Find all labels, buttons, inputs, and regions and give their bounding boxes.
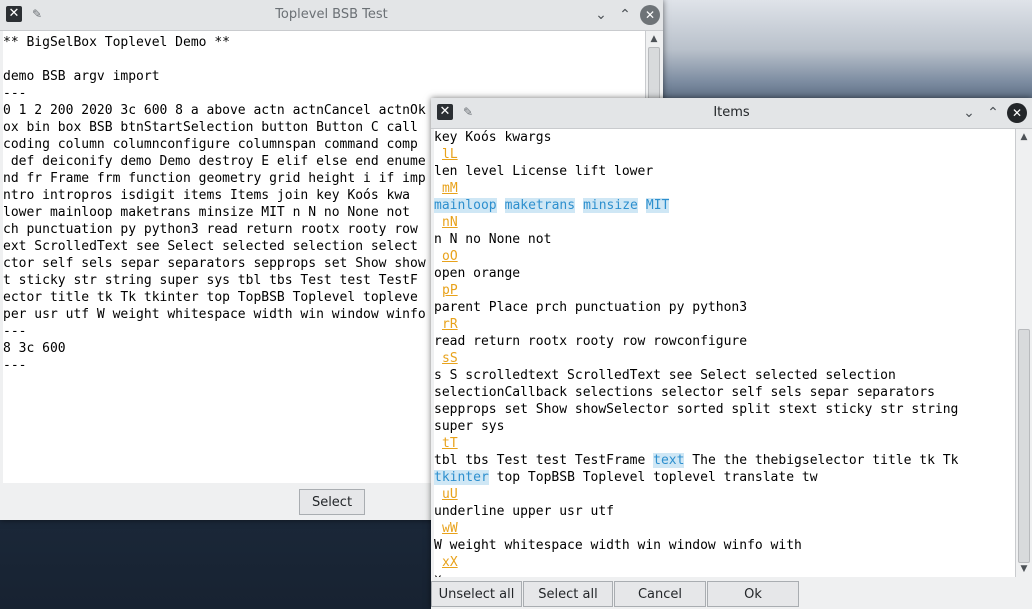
letter-tag[interactable]: oO — [442, 249, 458, 264]
text-line: 0 1 2 200 2020 3c 600 8 a above actn act… — [3, 103, 426, 118]
word-row: W weight whitespace width win window win… — [434, 538, 802, 553]
chevron-down-icon[interactable]: ⌄ — [959, 103, 979, 123]
letter-tag[interactable]: uU — [442, 487, 458, 502]
word-row: x — [434, 571, 442, 577]
word-row: super sys — [434, 419, 505, 434]
window-title: Toplevel BSB Test — [275, 7, 388, 22]
word-text: top TopBSB Toplevel toplevel translate t… — [488, 470, 818, 485]
letter-group-header: oO — [434, 248, 458, 265]
word-row: sepprops set Show showSelector sorted sp… — [434, 402, 959, 417]
letter-group-header: rR — [434, 316, 458, 333]
select-all-button[interactable]: Select all — [523, 581, 613, 607]
letter-group-header: mM — [434, 180, 458, 197]
selected-word[interactable]: MIT — [645, 198, 670, 213]
close-icon[interactable]: ✕ — [640, 5, 660, 25]
word-row: len level License lift lower — [434, 164, 654, 179]
items-scrollbar[interactable]: ▲ ▼ — [1015, 129, 1032, 577]
chevron-up-icon[interactable]: ⌃ — [983, 103, 1003, 123]
letter-group-header: lL — [434, 146, 458, 163]
word-row: key Koós kwargs — [434, 130, 552, 145]
selected-word[interactable]: text — [653, 453, 685, 468]
letter-group-header: nN — [434, 214, 458, 231]
word-row: tbl tbs Test test TestFrame text The the… — [434, 452, 958, 469]
main-window-titlebar[interactable]: ✕ ✎ Toplevel BSB Test ⌄ ⌃ ✕ — [0, 0, 663, 31]
text-line: ntro intropros isdigit items Items join … — [3, 188, 410, 203]
word-row: open orange — [434, 266, 521, 281]
text-line: --- — [3, 86, 27, 101]
chevron-down-icon[interactable]: ⌄ — [591, 5, 611, 25]
text-line: coding column columnconfigure columnspan… — [3, 137, 418, 152]
word-row: mainloop maketrans minsize MIT — [434, 197, 677, 214]
selected-word[interactable]: tkinter — [434, 470, 489, 485]
letter-tag[interactable]: xX — [442, 555, 458, 570]
text-line: ox bin box BSB btnStartSelection button … — [3, 120, 418, 135]
text-line: t sticky str string super sys tbl tbs Te… — [3, 273, 418, 288]
scroll-thumb[interactable] — [1018, 329, 1030, 563]
word-row: selectionCallback selections selector se… — [434, 385, 935, 400]
unselect-all-button[interactable]: Unselect all — [431, 581, 522, 607]
scroll-up-icon[interactable]: ▲ — [1018, 131, 1030, 143]
items-list-area[interactable]: key Koós kwargs lL len level License lift … — [434, 129, 1015, 577]
text-line: 8 3c 600 — [3, 341, 66, 356]
letter-tag[interactable]: lL — [442, 147, 458, 162]
letter-tag[interactable]: sS — [442, 351, 458, 366]
word-text: The the thebigselector title tk Tk — [684, 453, 959, 468]
word-row: read return rootx rooty row rowconfigure — [434, 334, 748, 349]
word-row: underline upper usr utf — [434, 504, 615, 519]
letter-group-header: pP — [434, 282, 458, 299]
scroll-up-icon[interactable]: ▲ — [648, 33, 660, 45]
text-line: def deiconify demo Demo destroy E elif e… — [3, 154, 426, 169]
text-line: ctor self sels separ separators sepprops… — [3, 256, 426, 271]
text-line: nd fr Frame frm function geometry grid h… — [3, 171, 426, 186]
scroll-down-icon[interactable]: ▼ — [1018, 563, 1030, 575]
word-row: n N no None not — [434, 232, 552, 247]
word-row: parent Place prch punctuation py python3 — [434, 300, 748, 315]
text-line: --- — [3, 324, 27, 339]
letter-group-header: wW — [434, 520, 458, 537]
selected-word[interactable]: maketrans — [504, 198, 576, 213]
letter-tag[interactable]: rR — [442, 317, 458, 332]
letter-group-header: xX — [434, 554, 458, 571]
chevron-up-icon[interactable]: ⌃ — [615, 5, 635, 25]
letter-group-header: tT — [434, 435, 458, 452]
letter-tag[interactable]: mM — [442, 181, 458, 196]
text-line: ** BigSelBox Toplevel Demo ** — [3, 35, 230, 50]
letter-group-header: uU — [434, 486, 458, 503]
letter-tag[interactable]: tT — [442, 436, 458, 451]
selected-word[interactable]: mainloop — [434, 198, 497, 213]
text-line: per usr utf W weight whitespace width wi… — [3, 307, 426, 322]
cancel-button[interactable]: Cancel — [614, 581, 706, 607]
selected-word[interactable]: minsize — [583, 198, 638, 213]
letter-tag[interactable]: wW — [442, 521, 458, 536]
desktop-background — [660, 0, 1032, 110]
close-icon[interactable]: ✕ — [1007, 103, 1027, 123]
items-window-titlebar[interactable]: ✕ ✎ Items ⌄ ⌃ ✕ — [431, 98, 1032, 129]
text-line: lower mainloop maketrans minsize MIT n N… — [3, 205, 410, 220]
ok-button[interactable]: Ok — [707, 581, 799, 607]
text-line: demo BSB argv import — [3, 69, 160, 84]
items-window: ✕ ✎ Items ⌄ ⌃ ✕ key Koós kwargs lL len lev… — [431, 98, 1032, 609]
word-row: tkinter top TopBSB Toplevel toplevel tra… — [434, 469, 818, 486]
letter-group-header: sS — [434, 350, 458, 367]
select-button[interactable]: Select — [299, 489, 365, 515]
text-line: ch punctuation py python3 read return ro… — [3, 222, 418, 237]
letter-tag[interactable]: nN — [442, 215, 458, 230]
text-line: ext ScrolledText see Select selected sel… — [3, 239, 418, 254]
window-title: Items — [713, 105, 750, 120]
word-text: tbl tbs Test test TestFrame — [434, 453, 654, 468]
text-line: ector title tk Tk tkinter top TopBSB Top… — [3, 290, 418, 305]
text-line: --- — [3, 358, 27, 373]
letter-tag[interactable]: pP — [442, 283, 458, 298]
word-row: s S scrolledtext ScrolledText see Select… — [434, 368, 896, 383]
